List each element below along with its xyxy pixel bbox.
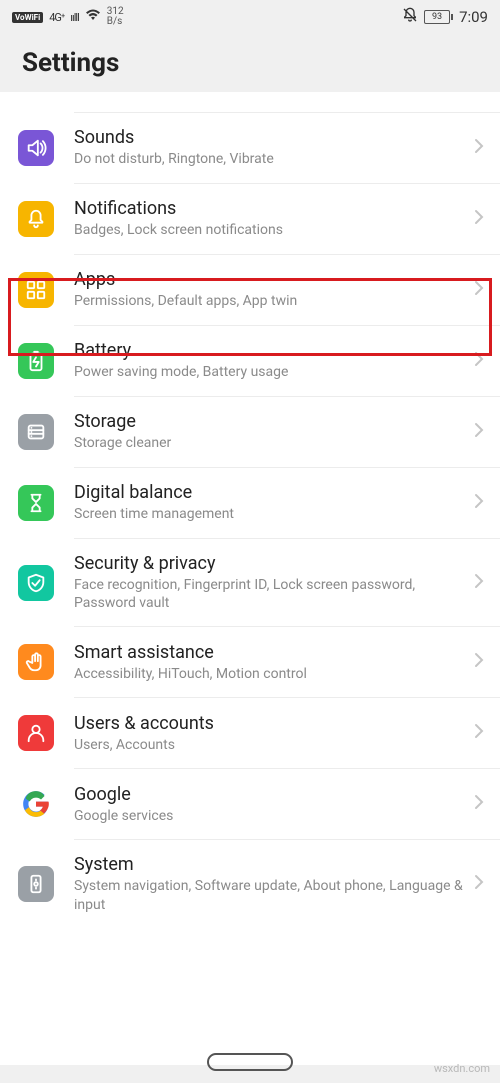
vowifi-badge: VoWiFi xyxy=(12,12,43,23)
item-subtitle: Power saving mode, Battery usage xyxy=(74,363,468,381)
chevron-right-icon xyxy=(468,652,490,672)
item-text: Google Google services xyxy=(74,784,468,825)
settings-item-system[interactable]: System System navigation, Software updat… xyxy=(0,840,500,927)
item-title: Digital balance xyxy=(74,482,468,503)
clock: 7:09 xyxy=(459,8,488,26)
item-subtitle: Do not disturb, Ringtone, Vibrate xyxy=(74,150,468,168)
storage-icon xyxy=(18,414,54,450)
chevron-right-icon xyxy=(468,280,490,300)
item-text: Digital balance Screen time management xyxy=(74,482,468,523)
settings-item-storage[interactable]: Storage Storage cleaner xyxy=(0,397,500,467)
item-text: Security & privacy Face recognition, Fin… xyxy=(74,553,468,612)
item-text: Smart assistance Accessibility, HiTouch,… xyxy=(74,642,468,683)
page-header: Settings xyxy=(0,30,500,92)
shield-icon xyxy=(18,565,54,601)
network-type: 4G⁺ xyxy=(49,11,64,24)
item-title: Notifications xyxy=(74,198,468,219)
chevron-right-icon xyxy=(468,573,490,593)
item-subtitle: Face recognition, Fingerprint ID, Lock s… xyxy=(74,576,468,612)
chevron-right-icon xyxy=(468,874,490,894)
google-icon xyxy=(18,786,54,822)
page-title: Settings xyxy=(22,48,478,78)
status-right: 93 7:09 xyxy=(402,7,488,27)
item-text: Apps Permissions, Default apps, App twin xyxy=(74,269,468,310)
chevron-right-icon xyxy=(468,422,490,442)
item-title: Battery xyxy=(74,340,468,361)
settings-item-sounds[interactable]: Sounds Do not disturb, Ringtone, Vibrate xyxy=(0,113,500,183)
mute-icon xyxy=(402,7,418,27)
settings-item-notifications[interactable]: Notifications Badges, Lock screen notifi… xyxy=(0,184,500,254)
settings-item-google[interactable]: Google Google services xyxy=(0,769,500,839)
signal-strength-icon: ıılll xyxy=(70,11,78,24)
item-text: Storage Storage cleaner xyxy=(74,411,468,452)
item-title: Google xyxy=(74,784,468,805)
settings-item-users-accounts[interactable]: Users & accounts Users, Accounts xyxy=(0,698,500,768)
user-icon xyxy=(18,715,54,751)
battery-indicator: 93 xyxy=(424,10,453,24)
item-text: Sounds Do not disturb, Ringtone, Vibrate xyxy=(74,127,468,168)
item-subtitle: System navigation, Software update, Abou… xyxy=(74,877,468,913)
status-left: VoWiFi 4G⁺ ıılll 312B/s xyxy=(12,7,124,27)
item-text: Battery Power saving mode, Battery usage xyxy=(74,340,468,381)
settings-list-container[interactable]: Sounds Do not disturb, Ringtone, Vibrate… xyxy=(0,92,500,1065)
sound-icon xyxy=(18,130,54,166)
item-subtitle: Google services xyxy=(74,807,468,825)
system-icon xyxy=(18,866,54,902)
item-subtitle: Users, Accounts xyxy=(74,736,468,754)
item-subtitle: Badges, Lock screen notifications xyxy=(74,221,468,239)
chevron-right-icon xyxy=(468,209,490,229)
item-subtitle: Accessibility, HiTouch, Motion control xyxy=(74,665,468,683)
settings-item-security-privacy[interactable]: Security & privacy Face recognition, Fin… xyxy=(0,539,500,626)
settings-item-smart-assistance[interactable]: Smart assistance Accessibility, HiTouch,… xyxy=(0,627,500,697)
network-speed: 312B/s xyxy=(107,7,124,27)
chevron-right-icon xyxy=(468,138,490,158)
item-title: System xyxy=(74,854,468,875)
item-text: Notifications Badges, Lock screen notifi… xyxy=(74,198,468,239)
item-text: System System navigation, Software updat… xyxy=(74,854,468,913)
chevron-right-icon xyxy=(468,723,490,743)
chevron-right-icon xyxy=(468,493,490,513)
watermark: wsxdn.com xyxy=(434,1062,490,1075)
battery-icon xyxy=(18,343,54,379)
item-title: Users & accounts xyxy=(74,713,468,734)
settings-item-apps[interactable]: Apps Permissions, Default apps, App twin xyxy=(0,255,500,325)
hand-icon xyxy=(18,644,54,680)
hourglass-icon xyxy=(18,485,54,521)
item-subtitle: Screen time management xyxy=(74,505,468,523)
apps-icon xyxy=(18,272,54,308)
settings-item-digital-balance[interactable]: Digital balance Screen time management xyxy=(0,468,500,538)
item-title: Security & privacy xyxy=(74,553,468,574)
settings-item-battery[interactable]: Battery Power saving mode, Battery usage xyxy=(0,326,500,396)
item-subtitle: Storage cleaner xyxy=(74,434,468,452)
wifi-icon xyxy=(85,9,101,25)
item-subtitle: Permissions, Default apps, App twin xyxy=(74,292,468,310)
status-bar: VoWiFi 4G⁺ ıılll 312B/s 93 7:09 xyxy=(0,0,500,30)
home-indicator[interactable] xyxy=(207,1053,293,1071)
chevron-right-icon xyxy=(468,351,490,371)
item-title: Smart assistance xyxy=(74,642,468,663)
bell-icon xyxy=(18,201,54,237)
chevron-right-icon xyxy=(468,794,490,814)
item-text: Users & accounts Users, Accounts xyxy=(74,713,468,754)
item-title: Sounds xyxy=(74,127,468,148)
item-title: Apps xyxy=(74,269,468,290)
item-title: Storage xyxy=(74,411,468,432)
